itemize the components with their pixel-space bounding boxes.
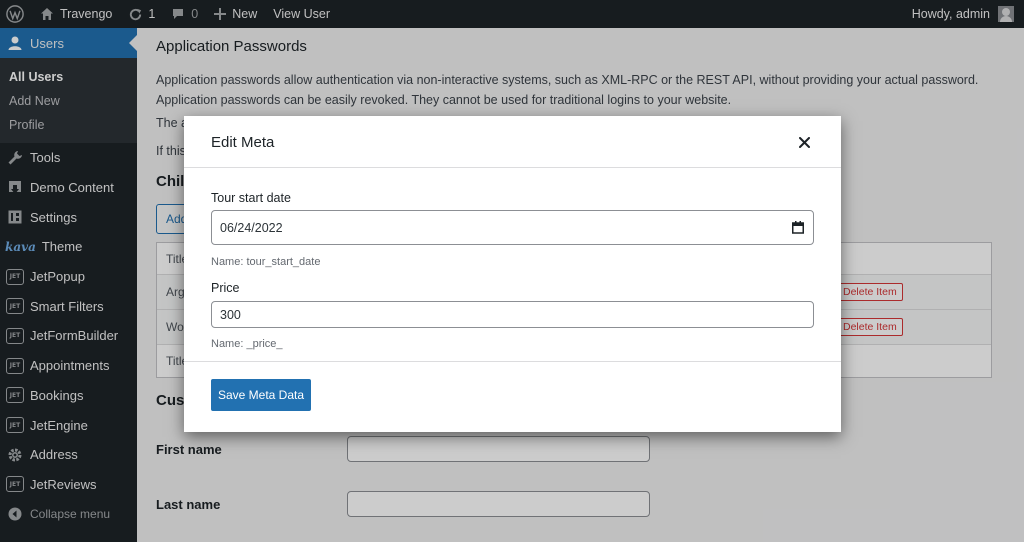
price-hint: Name: _price_ (211, 338, 283, 350)
modal-header: Edit Meta (184, 116, 841, 168)
calendar-icon[interactable] (792, 221, 804, 234)
tour-start-date-hint: Name: tour_start_date (211, 256, 321, 268)
save-meta-data-button[interactable]: Save Meta Data (211, 379, 311, 411)
tour-start-date-label: Tour start date (211, 191, 291, 205)
price-value: 300 (220, 307, 241, 322)
tour-start-date-value: 06/24/2022 (220, 220, 283, 235)
tour-start-date-input[interactable]: 06/24/2022 (211, 210, 814, 245)
modal-title: Edit Meta (211, 134, 275, 151)
price-input[interactable]: 300 (211, 301, 814, 328)
close-icon (798, 136, 810, 148)
edit-meta-modal: Edit Meta Tour start date 06/24/2022 Nam… (184, 116, 841, 432)
modal-footer-divider (184, 361, 841, 362)
price-label: Price (211, 281, 240, 295)
close-button[interactable] (794, 132, 814, 152)
